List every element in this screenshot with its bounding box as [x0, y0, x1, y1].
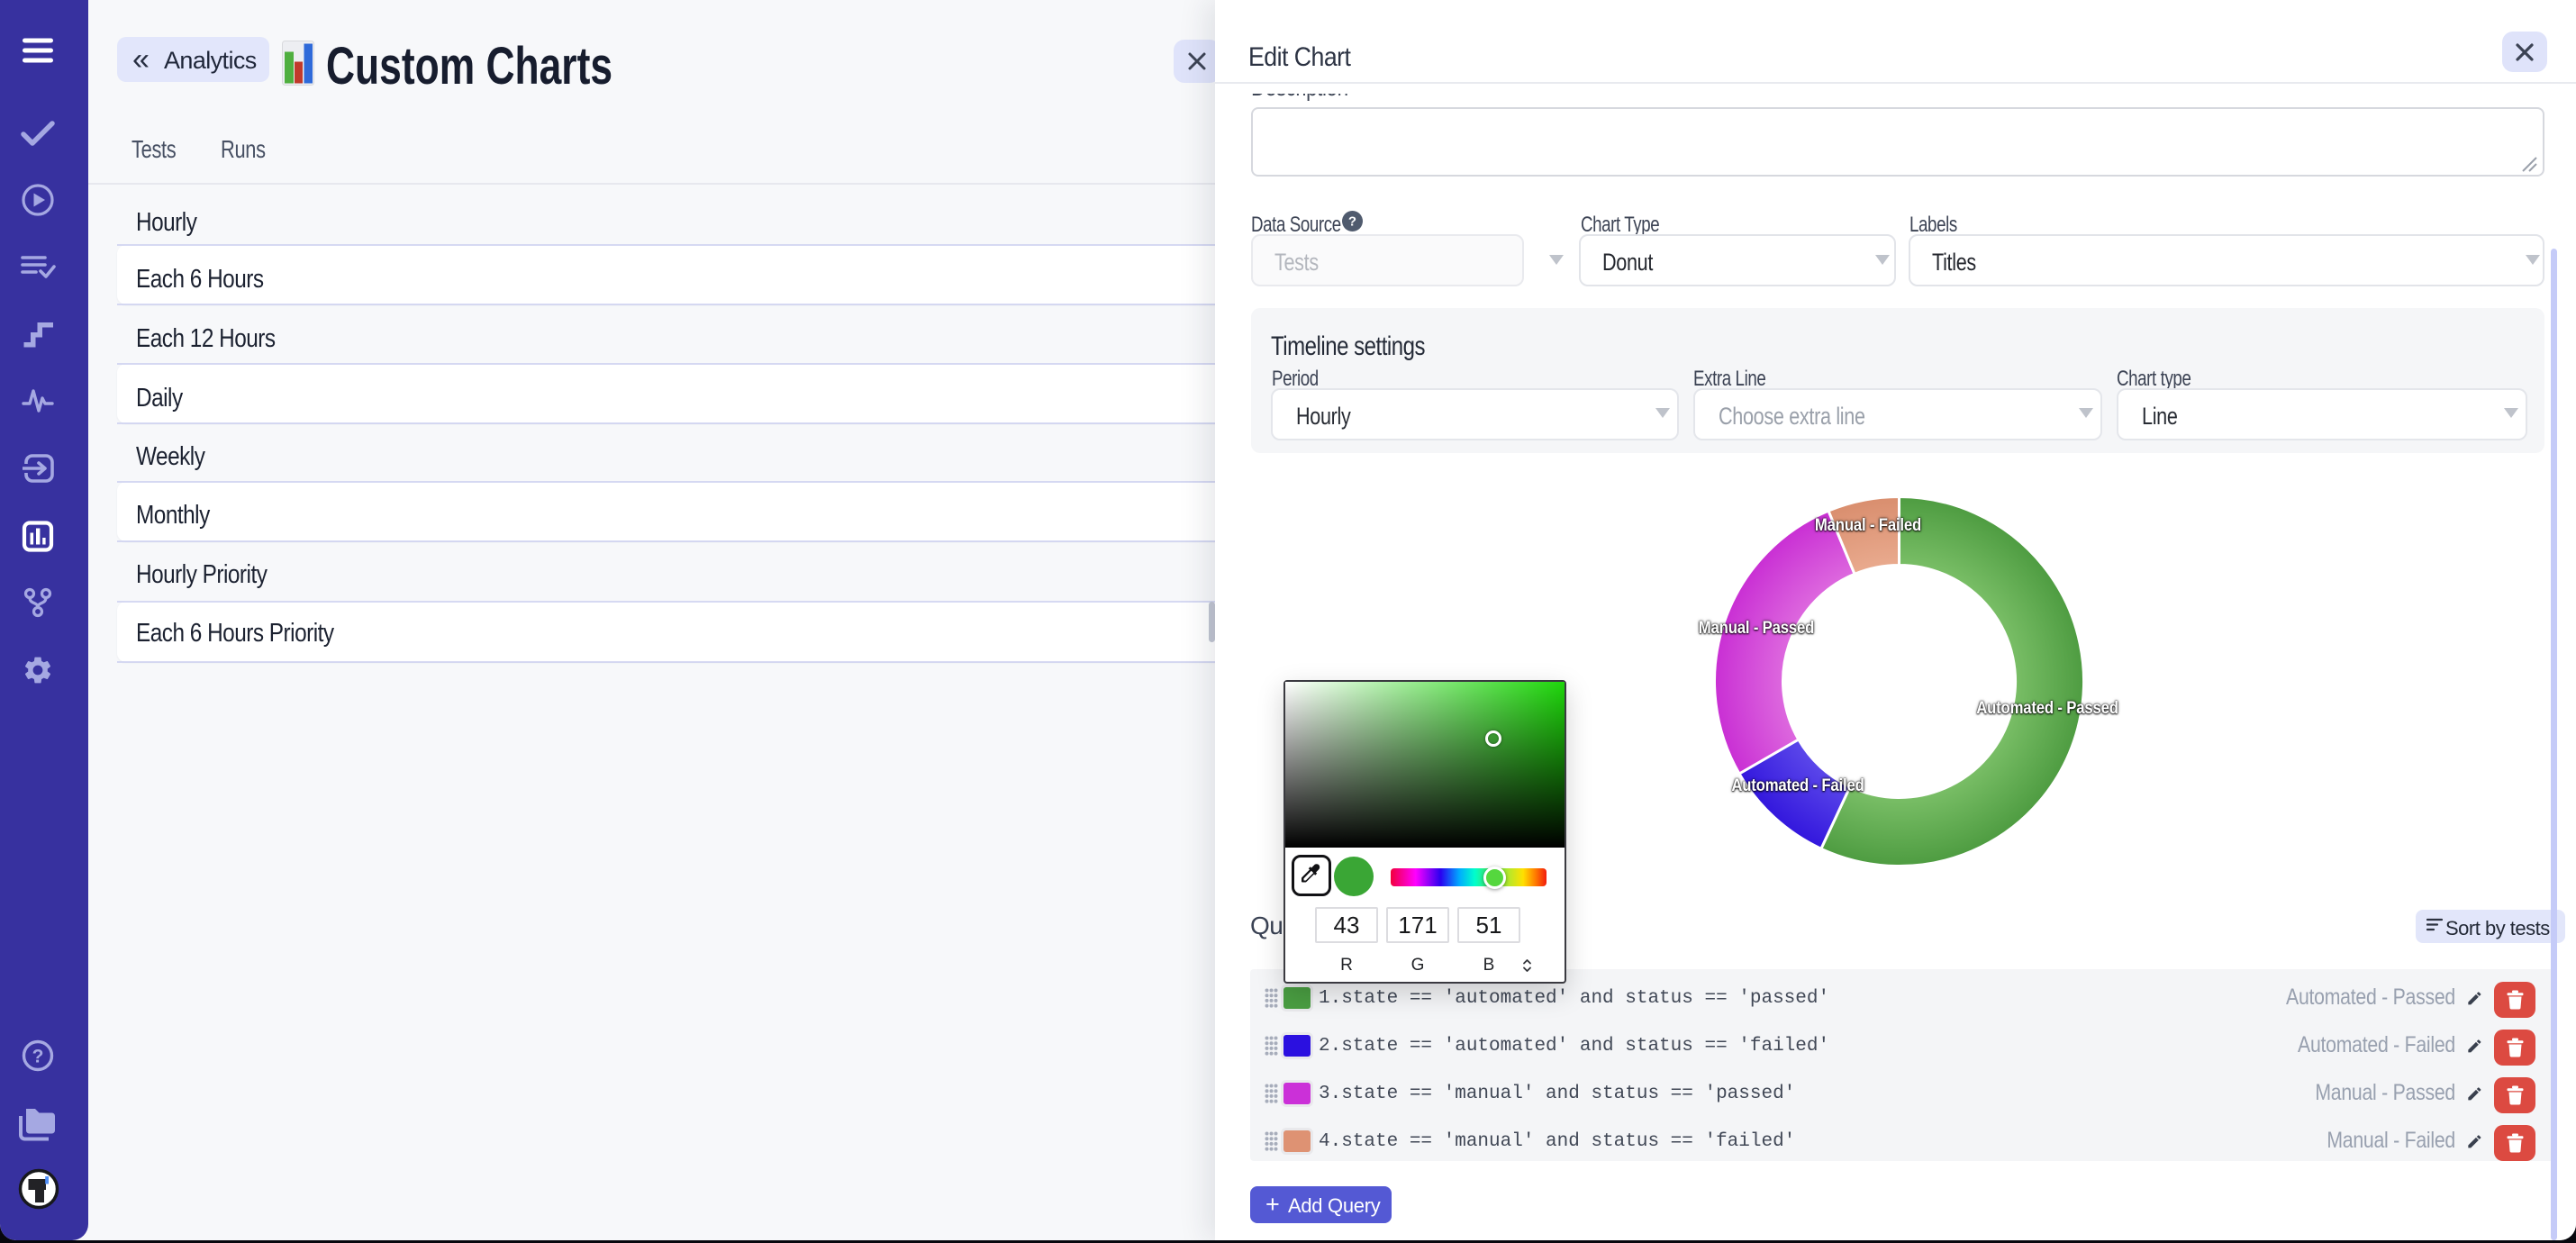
svg-text:?: ? — [1348, 214, 1356, 230]
svg-text:?: ? — [32, 1047, 44, 1067]
